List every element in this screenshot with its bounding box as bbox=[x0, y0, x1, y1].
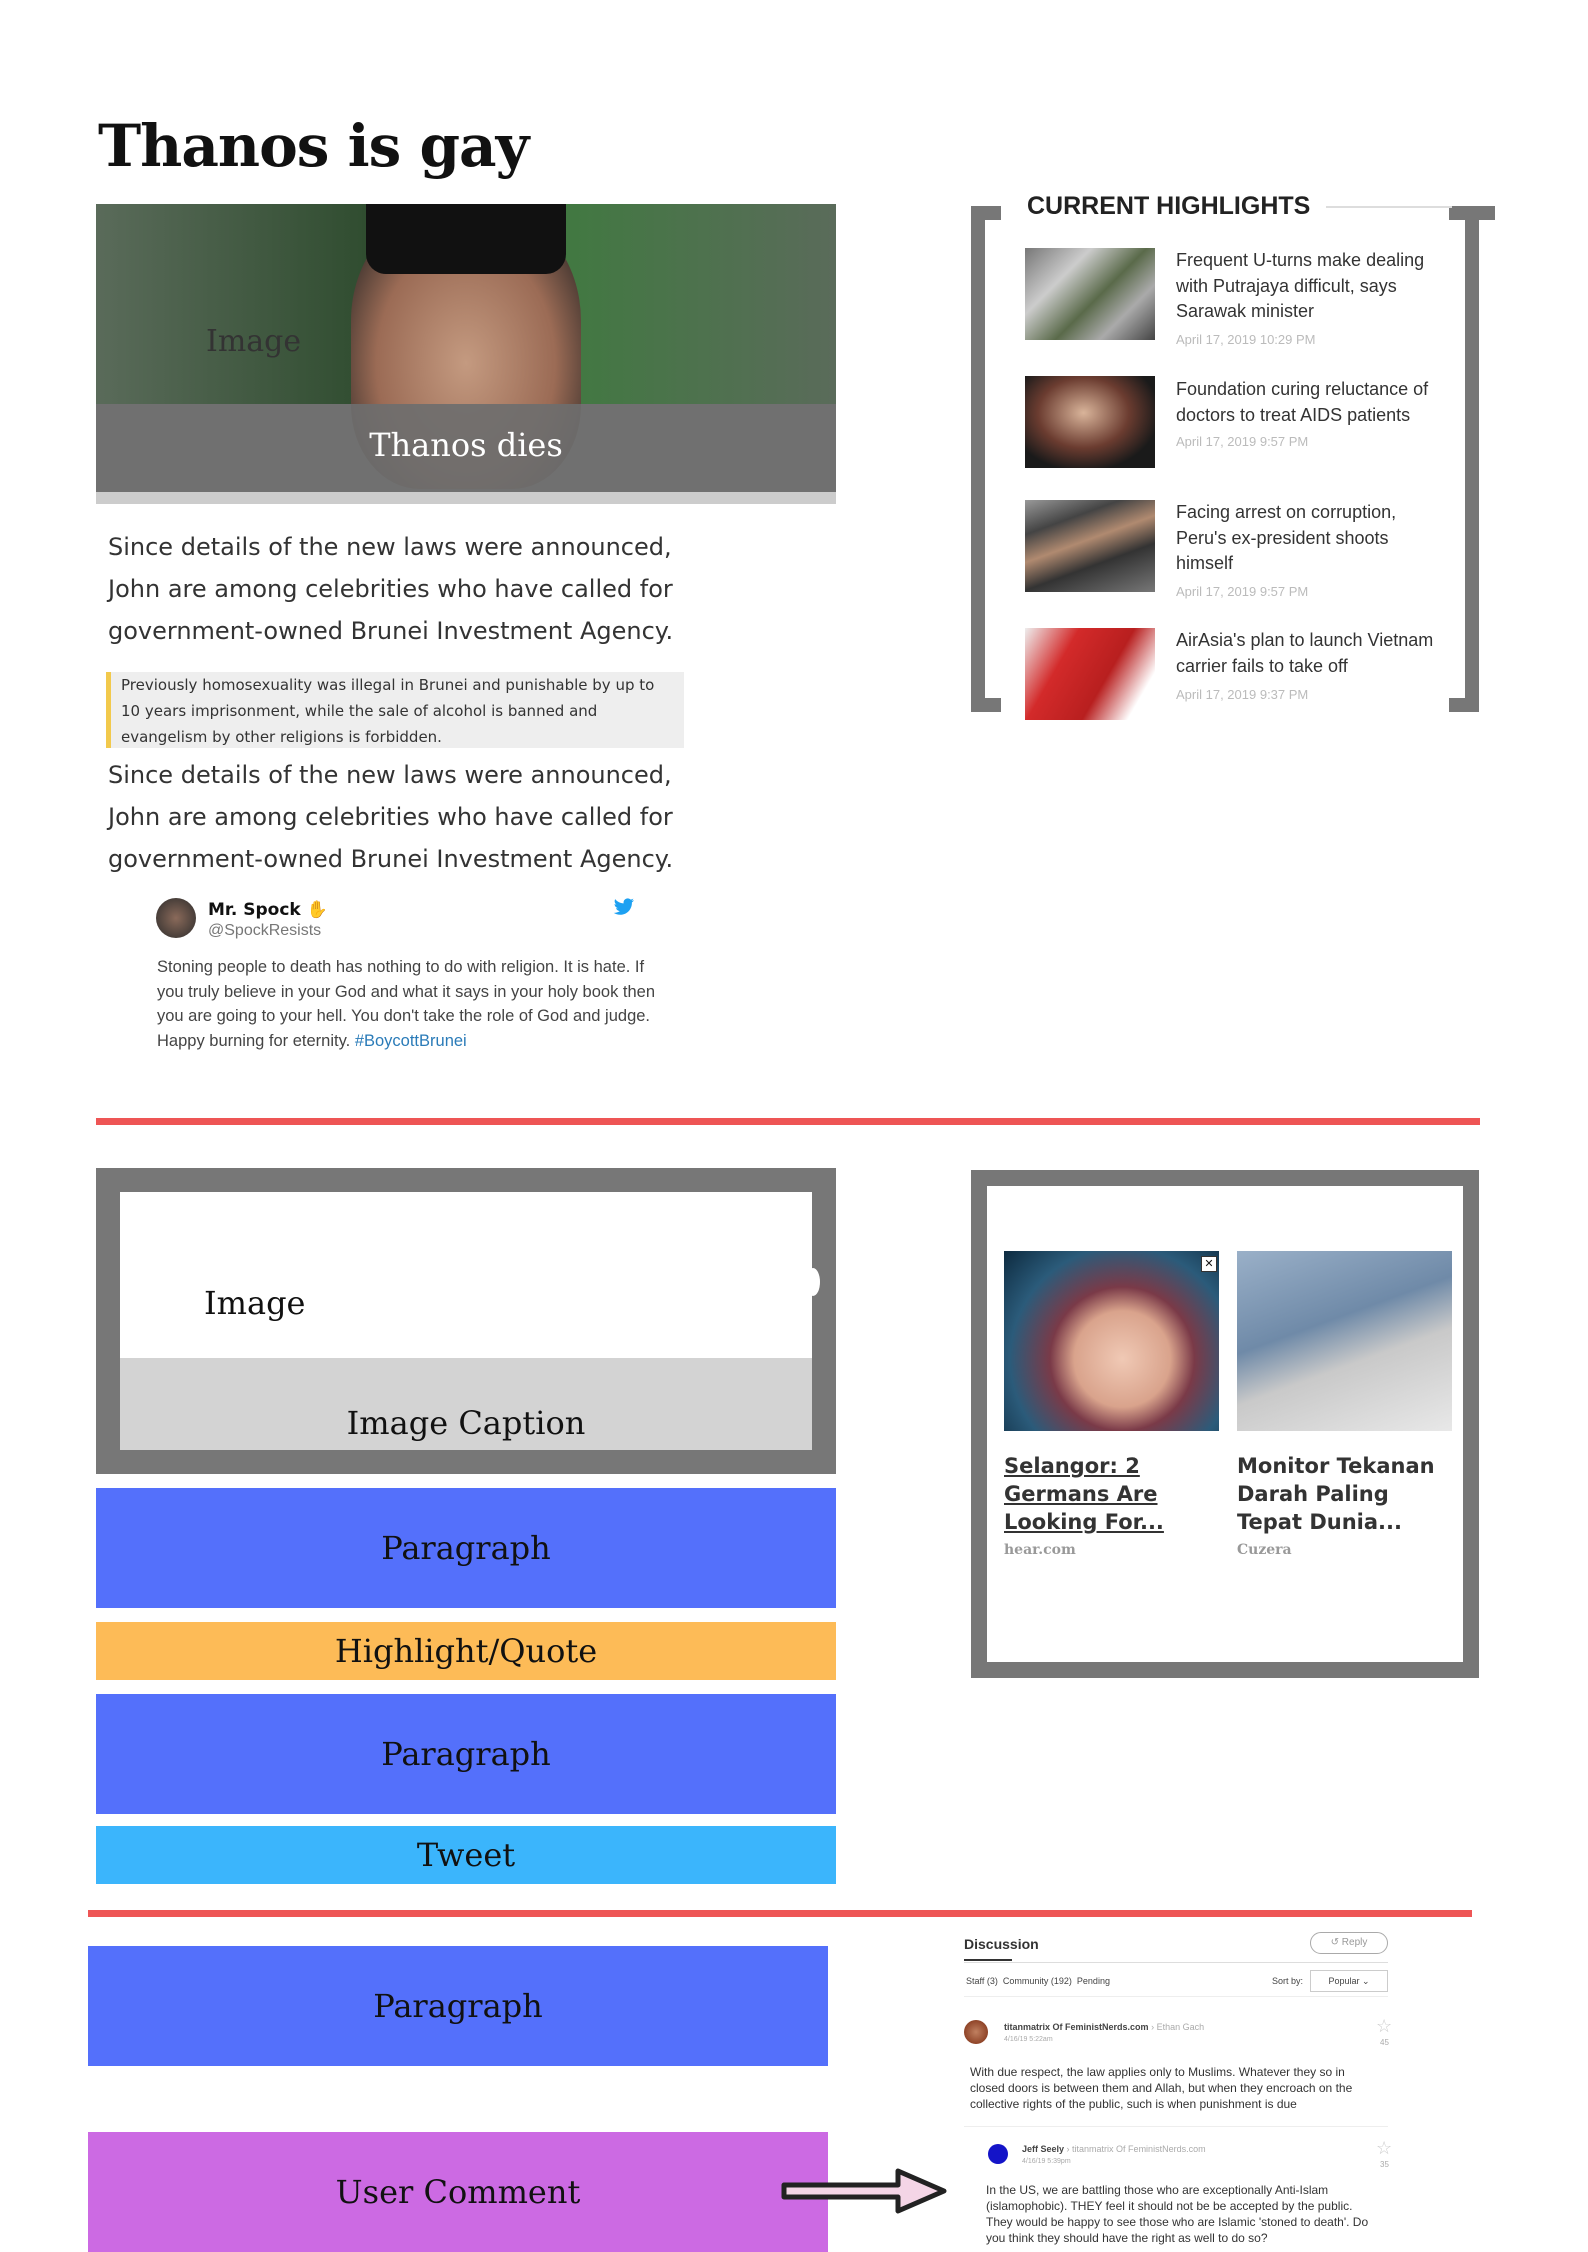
ad-title-link[interactable]: Selangor: 2 Germans Are Looking For... bbox=[1004, 1452, 1224, 1536]
comment-text: With due respect, the law applies only t… bbox=[970, 2065, 1353, 2111]
comment-date: 4/16/19 5:39pm bbox=[1022, 2158, 1071, 2165]
comment-author: Jeff Seely › titanmatrix Of FeministNerd… bbox=[1022, 2144, 1206, 2154]
highlight-date: April 17, 2019 9:57 PM bbox=[1176, 434, 1309, 449]
wireframe-image-block: Image Image Caption bbox=[96, 1168, 836, 1474]
discussion-tabs: Staff (3) Community (192) Pending bbox=[966, 1976, 1110, 1986]
avatar[interactable] bbox=[964, 2020, 988, 2044]
comment-date: 4/16/19 5:22am bbox=[1004, 2036, 1053, 2043]
section-divider bbox=[96, 1118, 1480, 1125]
highlight-date: April 17, 2019 9:37 PM bbox=[1176, 687, 1309, 702]
ad-block: ✕ Selangor: 2 Germans Are Looking For...… bbox=[971, 1170, 1479, 1678]
section-divider bbox=[88, 1910, 1472, 1917]
hero-image-label: Image bbox=[206, 324, 302, 359]
wireframe-image-label: Image bbox=[204, 1284, 306, 1322]
avatar bbox=[156, 898, 196, 938]
highlight-link[interactable]: Foundation curing reluctance of doctors … bbox=[1176, 377, 1446, 428]
tweet-handle: @SpockResists bbox=[208, 922, 322, 939]
wireframe-paragraph-block: Paragraph bbox=[96, 1694, 836, 1814]
highlights-bracket-right bbox=[1465, 206, 1495, 712]
twitter-bird-icon[interactable] bbox=[613, 898, 635, 920]
page-title: Thanos is gay bbox=[98, 112, 529, 180]
reply-icon: ↺ bbox=[1330, 1937, 1340, 1948]
highlight-thumbnail[interactable] bbox=[1025, 628, 1155, 720]
ad-thumbnail[interactable] bbox=[1237, 1251, 1452, 1431]
comment-text: In the US, we are battling those who are… bbox=[986, 2183, 1369, 2245]
discussion-title: Discussion bbox=[964, 1936, 1039, 1952]
hashtag-link[interactable]: #BoycottBrunei bbox=[355, 1032, 467, 1050]
wireframe-user-comment-block: User Comment bbox=[88, 2132, 828, 2252]
article-paragraph: Since details of the new laws were annou… bbox=[108, 761, 674, 873]
tab-community[interactable]: Community (192) bbox=[1003, 1976, 1072, 1986]
highlight-thumbnail[interactable] bbox=[1025, 248, 1155, 340]
tab-staff[interactable]: Staff (3) bbox=[966, 1976, 998, 1986]
star-icon[interactable]: ☆ bbox=[1376, 2016, 1392, 2037]
wireframe-paragraph-block: Paragraph bbox=[88, 1946, 828, 2066]
tweet-author-name: Mr. Spock ✋ bbox=[208, 900, 328, 920]
highlights-title: CURRENT HIGHLIGHTS bbox=[1027, 192, 1311, 220]
highlight-date: April 17, 2019 9:57 PM bbox=[1176, 584, 1309, 599]
close-icon[interactable]: ✕ bbox=[1201, 1256, 1217, 1272]
highlight-date: April 17, 2019 10:29 PM bbox=[1176, 332, 1316, 347]
like-count: 45 bbox=[1380, 2038, 1389, 2047]
ad-title-link[interactable]: Monitor Tekanan Darah Paling Tepat Dunia… bbox=[1237, 1452, 1457, 1536]
ad-source: hear.com bbox=[1004, 1542, 1076, 1558]
wireframe-highlight-block: Highlight/Quote bbox=[96, 1622, 836, 1680]
highlight-thumbnail[interactable] bbox=[1025, 376, 1155, 468]
highlights-bracket-left bbox=[971, 206, 1001, 712]
ad-thumbnail[interactable] bbox=[1004, 1251, 1219, 1431]
reply-button[interactable]: ↺ Reply bbox=[1310, 1932, 1388, 1954]
tab-pending[interactable]: Pending bbox=[1077, 1976, 1110, 1986]
sort-select[interactable]: Popular ⌄ bbox=[1310, 1970, 1388, 1992]
wireframe-paragraph-block: Paragraph bbox=[96, 1488, 836, 1608]
highlight-thumbnail[interactable] bbox=[1025, 500, 1155, 592]
tweet-text: Stoning people to death has nothing to d… bbox=[157, 958, 656, 1050]
article-paragraph: Since details of the new laws were annou… bbox=[108, 533, 674, 645]
comment-author: titanmatrix Of FeministNerds.com › Ethan… bbox=[1004, 2022, 1205, 2032]
highlight-link[interactable]: AirAsia's plan to launch Vietnam carrier… bbox=[1176, 628, 1446, 679]
vulcan-hand-icon: ✋ bbox=[306, 900, 328, 920]
star-icon[interactable]: ☆ bbox=[1376, 2138, 1392, 2159]
ad-source: Cuzera bbox=[1237, 1542, 1292, 1558]
sort-label: Sort by: bbox=[1272, 1976, 1304, 1986]
like-count: 35 bbox=[1380, 2160, 1389, 2169]
chevron-down-icon: ⌄ bbox=[1362, 1976, 1370, 1986]
highlight-link[interactable]: Facing arrest on corruption, Peru's ex-p… bbox=[1176, 500, 1446, 577]
highlight-link[interactable]: Frequent U-turns make dealing with Putra… bbox=[1176, 248, 1446, 325]
hero-caption: Thanos dies bbox=[369, 426, 563, 464]
avatar[interactable] bbox=[988, 2144, 1008, 2164]
wireframe-image-caption: Image Caption bbox=[346, 1404, 586, 1442]
article-quote: Previously homosexuality was illegal in … bbox=[106, 672, 684, 748]
arrow-right-icon bbox=[780, 2165, 950, 2221]
hero-image: Image Thanos dies bbox=[96, 204, 836, 504]
wireframe-tweet-block: Tweet bbox=[96, 1826, 836, 1884]
